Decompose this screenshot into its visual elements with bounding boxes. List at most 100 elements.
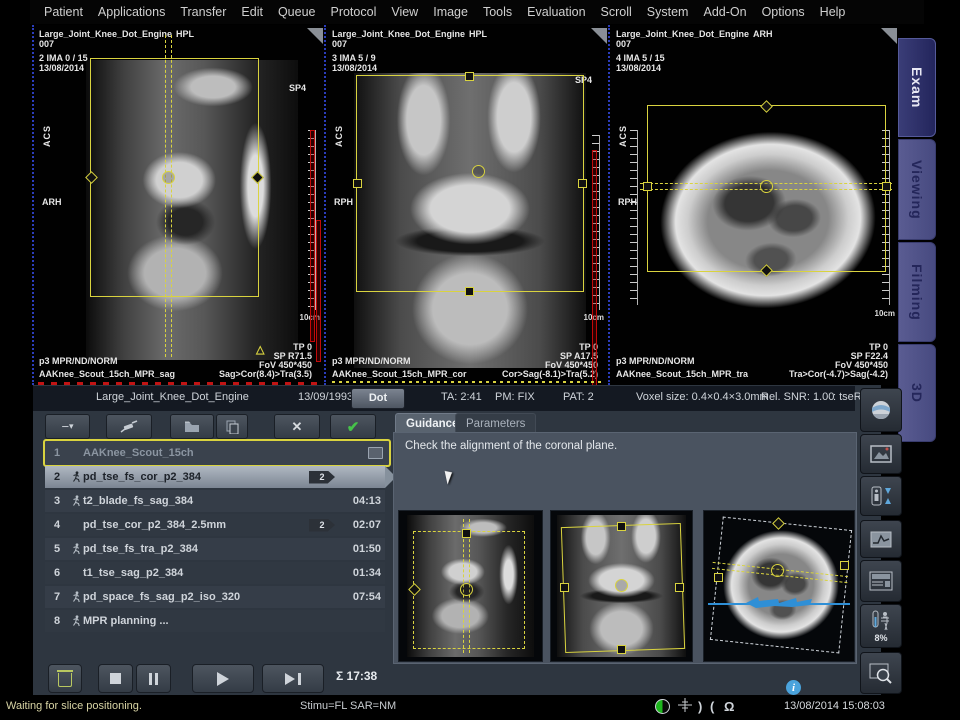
viewport-axial[interactable]: Large_Joint_Knee_Dot_Engine ARH 007 4 IM… xyxy=(608,25,900,385)
tab-guidance-label: Guidance xyxy=(406,418,458,430)
menu-item-addon[interactable]: Add-On xyxy=(703,5,746,19)
slice-handle-square[interactable] xyxy=(353,179,362,188)
slice-handle-square[interactable] xyxy=(643,182,652,191)
menu-item-patient[interactable]: Patient xyxy=(44,5,83,19)
pause-button[interactable] xyxy=(136,664,171,693)
slice-rotate-handle[interactable] xyxy=(760,180,773,193)
tab-exam[interactable]: Exam xyxy=(898,38,936,137)
system-datetime: 13/08/2014 15:08:03 xyxy=(784,700,885,712)
menu-item-image[interactable]: Image xyxy=(433,5,468,19)
sequence-row-8[interactable]: 8 MPR planning ... xyxy=(45,610,385,632)
delete-queue-button[interactable] xyxy=(48,664,82,693)
coil-label: HPL xyxy=(469,29,487,40)
row-number: 4 xyxy=(45,519,69,531)
slice-line[interactable] xyxy=(165,35,172,357)
menu-item-edit[interactable]: Edit xyxy=(241,5,263,19)
slice-rotate-handle xyxy=(460,583,473,596)
sequence-row-6[interactable]: 6 t1_tse_sag_p2_384 01:34 xyxy=(45,562,385,584)
dot-engine-button[interactable]: Dot xyxy=(351,388,405,409)
stop-button[interactable] xyxy=(98,664,133,693)
menu-bar: Patient Applications Transfer Edit Queue… xyxy=(30,0,924,24)
orientation-label-vertical: ACS xyxy=(42,125,53,147)
menu-item-help[interactable]: Help xyxy=(820,5,846,19)
sequence-row-1[interactable]: 1 AAKnee_Scout_15ch xyxy=(43,439,391,467)
sequence-row-2[interactable]: 2 pd_tse_fs_cor_p2_384 2 xyxy=(45,466,385,488)
image-properties-button[interactable] xyxy=(860,520,902,558)
play-button[interactable] xyxy=(192,664,254,693)
tab-parameters-label: Parameters xyxy=(466,418,525,430)
menu-item-applications[interactable]: Applications xyxy=(98,5,165,19)
series-name: Large_Joint_Knee_Dot_Engine xyxy=(616,29,749,40)
slice-handle-square[interactable] xyxy=(578,179,587,188)
row-number: 3 xyxy=(45,495,69,507)
coil-label: ARH xyxy=(753,29,773,40)
contrast-injection-button[interactable] xyxy=(106,414,152,439)
tab-filming[interactable]: Filming xyxy=(898,242,936,342)
sequence-row-3[interactable]: 3 t2_blade_fs_sag_384 04:13 xyxy=(45,490,385,512)
tab-parameters[interactable]: Parameters xyxy=(455,413,536,434)
tab-viewing[interactable]: Viewing xyxy=(898,139,936,240)
skip-icon xyxy=(285,673,295,685)
tab-3d[interactable]: 3D xyxy=(898,344,936,442)
slice-handle-square[interactable] xyxy=(882,182,891,191)
protocol-layout-button[interactable] xyxy=(860,560,902,602)
cancel-button[interactable]: ✕ xyxy=(274,414,320,439)
open-protocol-button[interactable] xyxy=(170,414,214,439)
info-icon[interactable]: i xyxy=(786,680,801,695)
orientation-label-vertical: ACS xyxy=(334,125,345,147)
thumbnail-coronal[interactable] xyxy=(550,510,693,662)
scan-date: 13/08/2014 xyxy=(616,63,661,74)
image-stack-corner-icon[interactable] xyxy=(591,28,607,44)
image-stack-corner-icon[interactable] xyxy=(881,28,897,44)
skip-button[interactable] xyxy=(262,664,324,693)
slice-arrow-icon[interactable]: △ xyxy=(256,343,264,356)
slice-box[interactable] xyxy=(356,75,584,292)
apply-button[interactable]: ✔ xyxy=(330,414,376,439)
menu-item-system[interactable]: System xyxy=(647,5,689,19)
close-icon: ✕ xyxy=(292,419,303,435)
red-range-marker xyxy=(316,220,321,362)
menu-item-queue[interactable]: Queue xyxy=(278,5,316,19)
runner-icon xyxy=(71,615,81,627)
menu-item-evaluation[interactable]: Evaluation xyxy=(527,5,585,19)
image-display-button[interactable] xyxy=(860,434,902,474)
slice-rotate-handle[interactable] xyxy=(472,165,485,178)
row-number: 6 xyxy=(45,567,69,579)
image-stack-corner-icon[interactable] xyxy=(307,28,323,44)
slice-handle-square xyxy=(840,561,849,570)
viewport-sagittal[interactable]: Large_Joint_Knee_Dot_Engine HPL 007 2 IM… xyxy=(32,25,326,385)
thumbnail-axial[interactable] xyxy=(703,510,855,662)
stop-icon xyxy=(110,673,121,684)
slice-handle-square[interactable] xyxy=(465,72,474,81)
orientation-label: ARH xyxy=(42,197,62,208)
remove-measurement-button[interactable]: − ▾ xyxy=(45,414,90,439)
runner-icon xyxy=(71,471,81,483)
sequence-time: 02:07 xyxy=(341,519,385,531)
sequence-row-5[interactable]: 5 pd_tse_fs_tra_p2_384 01:50 xyxy=(45,538,385,560)
thumbnail-sagittal[interactable] xyxy=(398,510,543,662)
row-number: 1 xyxy=(45,447,69,459)
tab-3d-label: 3D xyxy=(909,383,925,403)
guidance-message: Check the alignment of the coronal plane… xyxy=(405,440,617,452)
copy-button[interactable] xyxy=(216,414,248,439)
menu-item-view[interactable]: View xyxy=(391,5,418,19)
tab-exam-label: Exam xyxy=(909,67,925,108)
viewport-coronal[interactable]: Large_Joint_Knee_Dot_Engine HPL 007 3 IM… xyxy=(324,25,610,385)
menu-item-protocol[interactable]: Protocol xyxy=(330,5,376,19)
menu-item-scroll[interactable]: Scroll xyxy=(601,5,632,19)
sequence-row-7[interactable]: 7 pd_space_fs_sag_p2_iso_320 07:54 xyxy=(45,586,385,608)
sequence-row-4[interactable]: 4 pd_tse_cor_p2_384_2.5mm 2 02:07 xyxy=(45,514,385,536)
table-position-button[interactable] xyxy=(860,476,902,516)
menu-item-transfer[interactable]: Transfer xyxy=(180,5,226,19)
slice-handle-square[interactable] xyxy=(465,287,474,296)
menu-item-options[interactable]: Options xyxy=(762,5,805,19)
inline-display-button[interactable] xyxy=(860,652,902,694)
patient-registration-button[interactable] xyxy=(860,388,902,432)
sequence-name: MPR planning ... xyxy=(83,615,385,627)
menu-item-tools[interactable]: Tools xyxy=(483,5,512,19)
minus-icon: − xyxy=(61,420,69,433)
slice-rotate-handle[interactable] xyxy=(162,171,175,184)
sar-monitor-button[interactable]: 8% xyxy=(860,604,902,648)
syringe-icon xyxy=(120,420,138,434)
sequence-name: pd_space_fs_sag_p2_iso_320 xyxy=(83,591,341,603)
